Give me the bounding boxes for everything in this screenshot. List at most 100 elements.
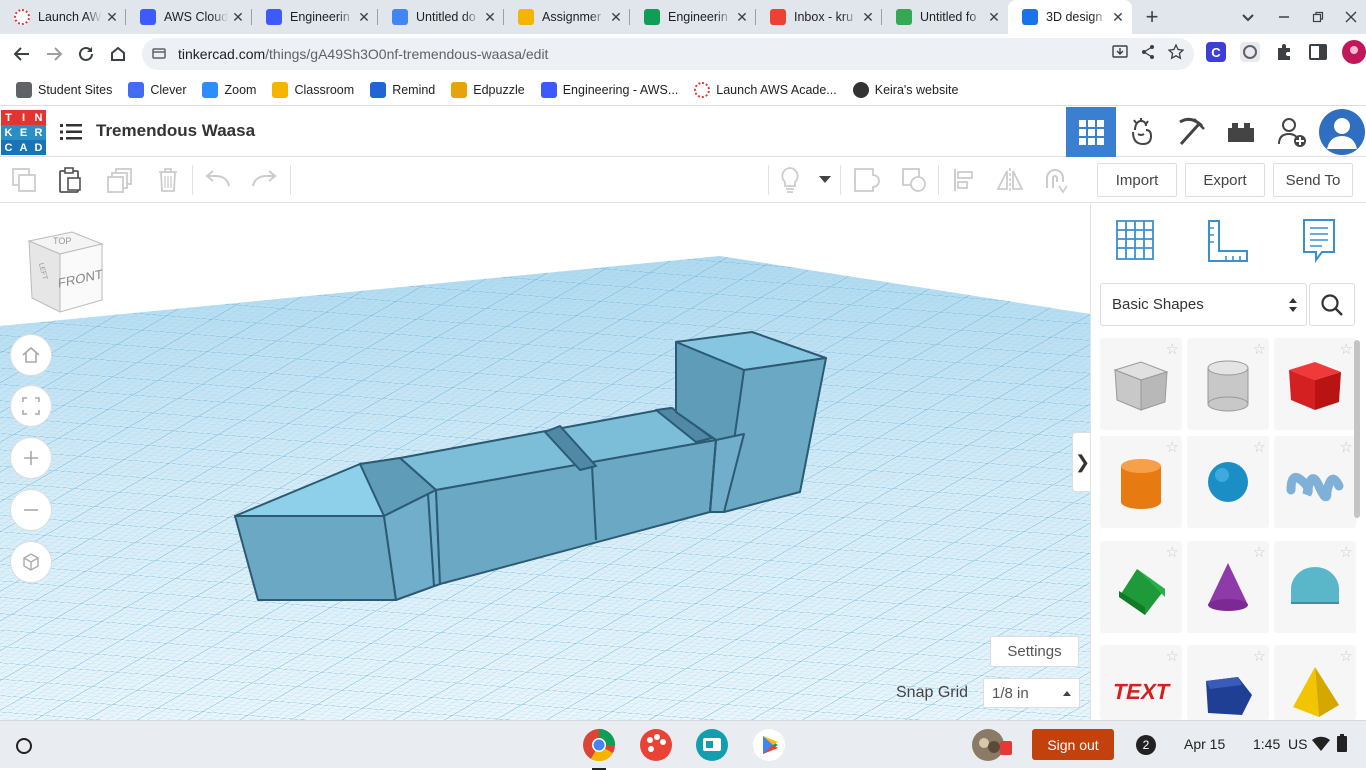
mirror-icon[interactable] (992, 163, 1028, 197)
paste-icon[interactable] (52, 163, 88, 197)
chrome-app-icon[interactable] (582, 728, 616, 770)
bookmark-item[interactable]: Keira's website (852, 81, 958, 98)
shape-polygon[interactable]: ☆ (1187, 645, 1269, 720)
tab-close-icon[interactable]: ✕ (1108, 9, 1128, 26)
add-user-icon[interactable] (1267, 107, 1317, 157)
favorite-star-icon[interactable]: ☆ (1253, 340, 1266, 358)
ungroup-icon[interactable] (896, 163, 932, 197)
shelf-time[interactable]: 1:45 (1253, 736, 1280, 752)
favorite-star-icon[interactable]: ☆ (1253, 647, 1266, 665)
tab[interactable]: Untitled do ✕ (378, 0, 504, 34)
user-avatar-icon[interactable] (1318, 107, 1366, 157)
close-window-icon[interactable] (1341, 0, 1361, 34)
tab-close-icon[interactable]: ✕ (984, 9, 1004, 26)
3d-design-view-icon[interactable] (1066, 107, 1116, 157)
bookmark-item[interactable]: Student Sites (16, 81, 112, 98)
favorite-star-icon[interactable]: ☆ (1340, 438, 1353, 456)
favorite-star-icon[interactable]: ☆ (1166, 438, 1179, 456)
bookmark-item[interactable]: Remind (370, 81, 435, 98)
install-app-icon[interactable] (1112, 44, 1128, 64)
tab[interactable]: Untitled fo ✕ (882, 0, 1008, 34)
tab[interactable]: Launch AW ✕ (0, 0, 126, 34)
home-icon[interactable] (102, 38, 134, 70)
workplane-tool-icon[interactable] (1114, 218, 1156, 267)
bookmark-item[interactable]: Edpuzzle (451, 81, 525, 98)
bookmark-item[interactable]: Launch AWS Acade... (694, 81, 837, 98)
sign-out-button[interactable]: Sign out (1032, 729, 1114, 760)
shape-panel-scrollbar[interactable] (1354, 340, 1360, 518)
forward-icon[interactable] (38, 38, 70, 70)
perspective-toggle-icon[interactable] (10, 541, 52, 583)
shape-box[interactable]: ☆ (1274, 338, 1356, 430)
tab-close-icon[interactable]: ✕ (858, 9, 878, 26)
zoom-in-icon[interactable] (10, 437, 52, 479)
settings-button[interactable]: Settings (990, 636, 1079, 667)
shape-category-select[interactable]: Basic Shapes (1100, 283, 1307, 326)
site-info-icon[interactable] (152, 46, 166, 63)
bookmark-item[interactable]: Zoom (202, 81, 256, 98)
fit-view-icon[interactable] (10, 385, 52, 427)
bookmark-star-icon[interactable] (1167, 43, 1185, 64)
shelf-date[interactable]: Apr 15 (1184, 736, 1225, 752)
notes-tool-icon[interactable] (1302, 218, 1336, 269)
favorite-star-icon[interactable]: ☆ (1253, 438, 1266, 456)
tab[interactable]: Inbox - kru ✕ (756, 0, 882, 34)
tab-search-icon[interactable] (1238, 0, 1258, 34)
send-to-button[interactable]: Send To (1273, 163, 1353, 197)
canvas-paint-app-icon[interactable] (639, 728, 673, 767)
tab-active[interactable]: 3D design ✕ (1008, 0, 1132, 34)
collapse-panel-button[interactable]: ❯ (1072, 432, 1092, 492)
favorite-star-icon[interactable]: ☆ (1166, 647, 1179, 665)
favorite-star-icon[interactable]: ☆ (1340, 340, 1353, 358)
cruise-magnet-icon[interactable] (1038, 163, 1074, 197)
bookmark-item[interactable]: Engineering - AWS... (540, 81, 678, 98)
redo-icon[interactable] (246, 163, 282, 197)
ruler-tool-icon[interactable] (1206, 218, 1250, 269)
share-icon[interactable] (1140, 44, 1156, 64)
export-button[interactable]: Export (1185, 163, 1265, 197)
shape-pyramid[interactable]: ☆ (1274, 645, 1356, 720)
tab[interactable]: Engineerin ✕ (630, 0, 756, 34)
group-icon[interactable] (848, 163, 884, 197)
snap-grid-select[interactable]: 1/8 in (983, 678, 1080, 708)
tab-close-icon[interactable]: ✕ (228, 9, 248, 26)
workplane-viewport[interactable] (0, 204, 1090, 720)
address-bar[interactable]: tinkercad.com/things/gA49Sh3O0nf-tremend… (142, 38, 1194, 70)
bookmark-item[interactable]: Clever (128, 81, 186, 98)
view-cube[interactable]: TOP FRONT LEFT (24, 228, 108, 318)
delete-trash-icon[interactable] (150, 163, 186, 197)
back-icon[interactable] (6, 38, 38, 70)
tinkercad-logo[interactable]: TINKERCAD (1, 110, 46, 155)
wifi-icon[interactable] (1312, 736, 1330, 757)
screencast-app-icon[interactable] (695, 728, 729, 767)
home-view-icon[interactable] (10, 334, 52, 376)
restore-window-icon[interactable] (1308, 0, 1328, 34)
shape-text[interactable]: TEXT ☆ (1100, 645, 1182, 720)
favorite-star-icon[interactable]: ☆ (1340, 647, 1353, 665)
duplicate-icon[interactable] (102, 163, 138, 197)
tab[interactable]: AWS Cloud ✕ (126, 0, 252, 34)
shape-scribble[interactable]: ☆ (1274, 436, 1356, 528)
shape-round-roof[interactable]: ☆ (1274, 541, 1356, 633)
import-button[interactable]: Import (1097, 163, 1177, 197)
play-store-app-icon[interactable] (752, 728, 786, 767)
design-menu-icon[interactable] (60, 122, 82, 147)
shape-cone[interactable]: ☆ (1187, 541, 1269, 633)
extension-c-icon[interactable]: C (1206, 42, 1226, 67)
shape-cylinder[interactable]: ☆ (1100, 436, 1182, 528)
tab[interactable]: Assignmer ✕ (504, 0, 630, 34)
tab-close-icon[interactable]: ✕ (606, 9, 626, 26)
lego-brick-icon[interactable] (1216, 107, 1266, 157)
blocks-codeblocks-icon[interactable] (1117, 107, 1167, 157)
notification-count-badge[interactable]: 2 (1136, 735, 1156, 755)
shape-box-hole[interactable]: ☆ (1100, 338, 1182, 430)
tab-close-icon[interactable]: ✕ (732, 9, 752, 26)
undo-icon[interactable] (200, 163, 236, 197)
minecraft-pickaxe-icon[interactable] (1166, 107, 1216, 157)
lightbulb-notes-icon[interactable] (772, 163, 808, 197)
shape-cylinder-hole[interactable]: ☆ (1187, 338, 1269, 430)
notes-dropdown-icon[interactable] (810, 163, 840, 197)
shape-search-icon[interactable] (1309, 283, 1355, 326)
launcher-icon[interactable] (14, 736, 34, 761)
copy-icon[interactable] (6, 163, 42, 197)
